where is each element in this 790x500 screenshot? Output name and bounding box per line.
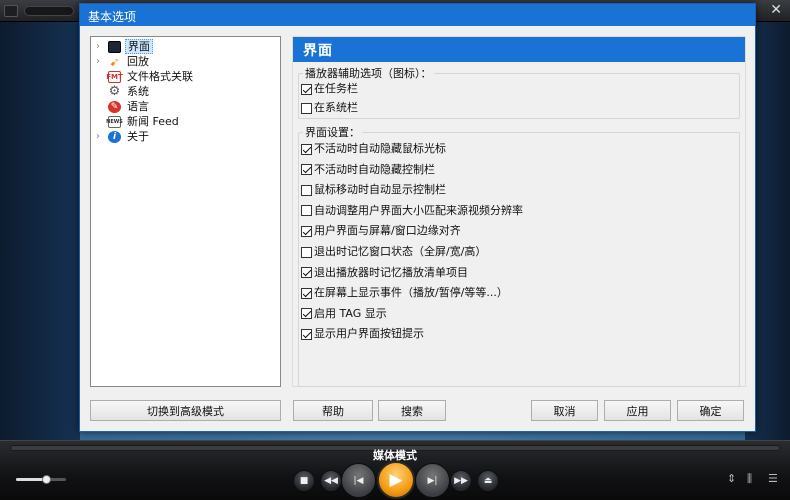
search-button[interactable]: 搜索 (378, 400, 446, 421)
tree-item-label: 系统 (127, 85, 149, 98)
checkbox-label: 启用 TAG 显示 (314, 306, 387, 320)
option-checkbox-row[interactable]: 自动调整用户界面大小匹配来源视频分辨率 (301, 204, 523, 218)
play-icon[interactable]: ▶ (377, 461, 415, 499)
previous-icon[interactable]: |◀ (341, 463, 376, 498)
option-checkbox-row[interactable]: 在任务栏 (301, 82, 358, 96)
tree-item[interactable]: NEWS 新闻 Feed (91, 115, 280, 129)
checkbox[interactable] (301, 164, 312, 176)
player-close-icon[interactable]: ✕ (770, 2, 782, 18)
tree-item-label: 新闻 Feed (127, 115, 179, 128)
group-title: 播放器辅助选项（图标）： (303, 67, 434, 80)
checkbox[interactable] (301, 184, 312, 196)
checkbox-label: 鼠标移动时自动显示控制栏 (314, 183, 446, 197)
checkbox-label: 自动调整用户界面大小匹配来源视频分辨率 (314, 203, 523, 217)
checkbox[interactable] (301, 328, 312, 340)
checkbox[interactable] (301, 225, 312, 237)
volume-knob[interactable] (42, 475, 51, 484)
checkbox-label: 显示用户界面按钮提示 (314, 327, 424, 341)
info-icon: i (108, 131, 121, 143)
tree-item[interactable]: ⚙ 系统 (91, 85, 280, 99)
next-icon[interactable]: ▶| (415, 463, 450, 498)
checkbox[interactable] (301, 205, 312, 217)
expand-arrow-icon[interactable]: › (96, 130, 100, 144)
settings-panel: 界面 播放器辅助选项（图标）： 在任务栏在系统栏 界面设置： 不活动时自动隐藏鼠… (292, 36, 746, 387)
interface-settings-group: 界面设置： 不活动时自动隐藏鼠标光标 不活动时自动隐藏控制栏 鼠标移动时自动显示控制… (298, 126, 740, 387)
tree-item-label: 回放 (127, 55, 149, 68)
tree-item-label: 关于 (127, 130, 149, 143)
checkbox[interactable] (301, 102, 312, 114)
advanced-mode-button[interactable]: 切换到高级模式 (90, 400, 281, 421)
tree-item[interactable]: ✎ 语言 (91, 100, 280, 114)
option-checkbox-row[interactable]: 不活动时自动隐藏鼠标光标 (301, 142, 446, 156)
apply-button[interactable]: 应用 (604, 400, 671, 421)
section-title: 界面 (293, 37, 745, 62)
checkbox[interactable] (301, 246, 312, 258)
monitor-icon (108, 41, 121, 53)
file-format-icon: FMT (106, 71, 123, 83)
group-title: 界面设置： (303, 126, 362, 139)
option-checkbox-row[interactable]: 启用 TAG 显示 (301, 307, 387, 321)
tree-item-label: 界面 (125, 39, 153, 54)
stepper-icon[interactable]: ⇕ (727, 472, 736, 485)
tree-item[interactable]: FMT 文件格式关联 (91, 70, 280, 84)
option-checkbox-row[interactable]: 退出播放器时记忆播放清单项目 (301, 266, 468, 280)
options-tree: › 界面 › ➹ 回放 FMT 文件格式关联 ⚙ 系统 ✎ 语言 NEWS 新闻 Feed › i 关于 (90, 36, 281, 387)
replay-icon: ➹ (109, 55, 120, 69)
tree-item-label: 语言 (127, 100, 149, 113)
tree-item-label: 文件格式关联 (127, 70, 193, 83)
option-checkbox-row[interactable]: 在系统栏 (301, 101, 358, 115)
option-checkbox-row[interactable]: 不活动时自动隐藏控制栏 (301, 163, 435, 177)
tree-item[interactable]: › ➹ 回放 (91, 55, 280, 69)
tree-item[interactable]: › i 关于 (91, 130, 280, 144)
checkbox[interactable] (301, 267, 312, 279)
option-checkbox-row[interactable]: 退出时记忆窗口状态（全屏/宽/高） (301, 245, 486, 259)
cancel-button[interactable]: 取消 (531, 400, 598, 421)
checkbox-label: 退出时记忆窗口状态（全屏/宽/高） (314, 245, 487, 258)
player-logo-icon[interactable] (4, 5, 18, 17)
tree-item[interactable]: › 界面 (91, 39, 280, 54)
dialog-title: 基本选项 (80, 4, 755, 26)
expand-arrow-icon[interactable]: › (96, 55, 100, 69)
expand-arrow-icon[interactable]: › (96, 40, 100, 54)
open-file-icon[interactable]: ⏏ (477, 470, 499, 492)
checkbox[interactable] (301, 308, 312, 320)
checkbox-label: 用户界面与屏幕/窗口边缘对齐 (314, 224, 461, 238)
checkbox[interactable] (301, 83, 312, 95)
checkbox[interactable] (301, 143, 312, 155)
equalizer-icon[interactable]: ⫼ (747, 472, 752, 486)
rewind-icon[interactable]: ◀◀ (320, 470, 342, 492)
option-checkbox-row[interactable]: 鼠标移动时自动显示控制栏 (301, 183, 446, 197)
checkbox[interactable] (301, 287, 312, 299)
language-icon: ✎ (108, 101, 121, 113)
option-checkbox-row[interactable]: 用户界面与屏幕/窗口边缘对齐 (301, 224, 461, 238)
option-checkbox-row[interactable]: 显示用户界面按钮提示 (301, 327, 424, 341)
gear-icon: ⚙ (108, 84, 121, 99)
checkbox-label: 退出播放器时记忆播放清单项目 (314, 265, 468, 279)
tray-icon-group: 播放器辅助选项（图标）： 在任务栏在系统栏 (298, 67, 740, 119)
stop-icon[interactable]: ■ (293, 470, 315, 492)
menu-icon[interactable]: ☰ (768, 472, 778, 485)
player-left-edge (0, 22, 80, 440)
fast-forward-icon[interactable]: ▶▶ (450, 470, 472, 492)
player-title-controls[interactable] (24, 6, 74, 16)
news-icon: NEWS (106, 116, 123, 128)
option-checkbox-row[interactable]: 在屏幕上显示事件（播放/暂停/等等...） (301, 286, 508, 300)
checkbox-label: 不活动时自动隐藏控制栏 (314, 162, 435, 176)
checkbox-label: 在任务栏 (314, 82, 358, 95)
checkbox-label: 不活动时自动隐藏鼠标光标 (314, 142, 446, 155)
basic-options-dialog: 基本选项 › 界面 › ➹ 回放 FMT 文件格式关联 ⚙ 系统 ✎ 语言 NEWS 新闻 Feed › i… (79, 3, 756, 432)
ok-button[interactable]: 确定 (677, 400, 744, 421)
volume-slider[interactable] (16, 475, 66, 484)
help-button[interactable]: 帮助 (293, 400, 373, 421)
checkbox-label: 在屏幕上显示事件（播放/暂停/等等...） (314, 286, 508, 300)
player-control-bar: 媒体模式 ■ ◀◀ |◀ ▶ ▶| ▶▶ ⏏ ⇕ ⫼ ☰ (0, 440, 790, 500)
checkbox-label: 在系统栏 (314, 101, 358, 114)
